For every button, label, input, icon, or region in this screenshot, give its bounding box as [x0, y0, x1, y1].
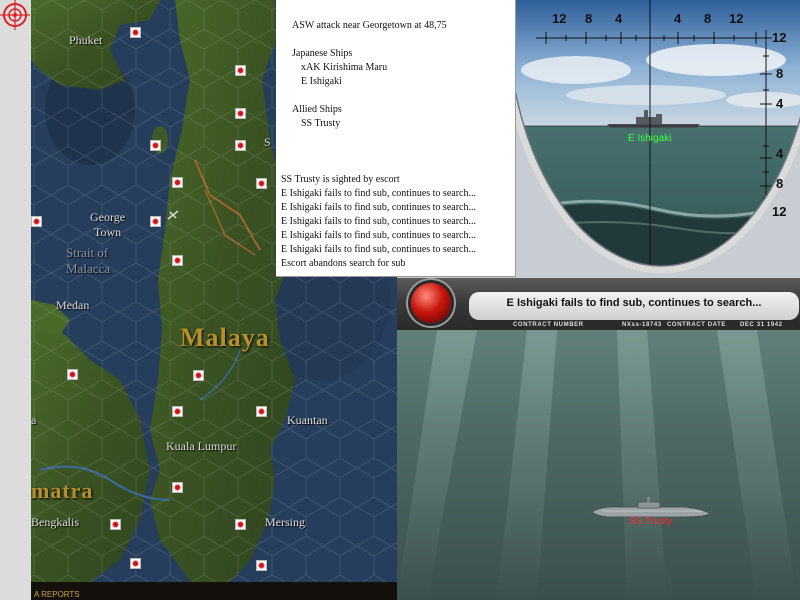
japanese-base-flag[interactable] — [172, 255, 183, 266]
japanese-ships-header: Japanese Ships — [292, 48, 353, 59]
alert-light-icon — [411, 283, 451, 323]
japanese-base-flag[interactable] — [193, 370, 204, 381]
report-log-line: SS Trusty is sighted by escort — [281, 174, 400, 185]
scale-label-top: 8 — [585, 11, 593, 26]
status-message: E Ishigaki fails to find sub, continues … — [506, 297, 762, 309]
map-label-george-town: George Town — [90, 210, 126, 239]
report-log-line: E Ishigaki fails to find sub, continues … — [281, 188, 476, 199]
underwater-scene — [397, 330, 797, 600]
map-label-strait-of-malacca: Strait of Malacca — [66, 245, 111, 276]
target-reticle-icon[interactable] — [0, 0, 30, 30]
japanese-base-flag[interactable] — [235, 108, 246, 119]
contract-number: NXss-18743 — [622, 322, 662, 328]
map-label-bengkalis: Bengkalis — [31, 515, 79, 529]
scale-label-right: 4 — [776, 96, 784, 111]
map-label-partial-s: S — [264, 135, 271, 149]
japanese-base-flag[interactable] — [256, 560, 267, 571]
report-log-line: Escort abandons search for sub — [281, 258, 406, 269]
map-label-partial-a: a — [31, 413, 37, 427]
scale-label-right: 8 — [776, 176, 784, 191]
japanese-base-flag[interactable] — [235, 65, 246, 76]
japanese-base-flag[interactable] — [172, 406, 183, 417]
submarine-label: SS Trusty — [629, 516, 673, 527]
japanese-base-flag[interactable] — [31, 216, 42, 227]
contract-number-label: CONTRACT NUMBER — [513, 322, 584, 328]
map-bottom-bar — [31, 582, 397, 600]
scale-label-top: 12 — [729, 11, 744, 26]
japanese-base-flag[interactable] — [235, 140, 246, 151]
scale-label-right: 8 — [776, 66, 784, 81]
allied-ship-item: SS Trusty — [301, 118, 341, 129]
japanese-ship-item: xAK Kirishima Maru — [301, 62, 388, 73]
map-label-phuket: Phuket — [69, 33, 103, 47]
map-label-sumatra: matra — [31, 478, 94, 503]
map-label-kuantan: Kuantan — [287, 413, 328, 427]
scale-label-top: 12 — [552, 11, 567, 26]
scale-label-right: 4 — [776, 146, 784, 161]
scale-label-top: 4 — [615, 11, 623, 26]
report-log-line: E Ishigaki fails to find sub, continues … — [281, 202, 476, 213]
combat-report-panel: ASW attack near Georgetown at 48,75 Japa… — [276, 0, 516, 277]
map-left-border — [0, 0, 31, 600]
report-log-line: E Ishigaki fails to find sub, continues … — [281, 216, 476, 227]
aircraft-icon[interactable] — [167, 209, 179, 221]
scale-label-right: 12 — [772, 30, 787, 45]
japanese-ship-item: E Ishigaki — [301, 76, 342, 87]
japanese-base-flag[interactable] — [150, 216, 161, 227]
scale-label-right: 12 — [772, 204, 787, 219]
contract-date: DEC 31 1942 — [740, 322, 783, 328]
allied-ships-header: Allied Ships — [292, 104, 342, 115]
japanese-base-flag[interactable] — [130, 558, 141, 569]
report-log-line: E Ishigaki fails to find sub, continues … — [281, 244, 476, 255]
submarine-panel: E Ishigaki fails to find sub, continues … — [397, 278, 800, 600]
map-label-malaya: Malaya — [180, 323, 270, 352]
japanese-base-flag[interactable] — [150, 140, 161, 151]
underwater-view — [397, 330, 800, 600]
map-bottom-text: A REPORTS — [34, 590, 80, 599]
japanese-base-flag[interactable] — [110, 519, 121, 530]
scale-label-top: 8 — [704, 11, 712, 26]
report-log-line: E Ishigaki fails to find sub, continues … — [281, 230, 476, 241]
map-label-mersing: Mersing — [265, 515, 305, 529]
japanese-base-flag[interactable] — [130, 27, 141, 38]
japanese-base-flag[interactable] — [67, 369, 78, 380]
japanese-base-flag[interactable] — [172, 482, 183, 493]
contract-strip: CONTRACT NUMBER NXss-18743 CONTRACT DATE… — [469, 320, 799, 330]
japanese-base-flag[interactable] — [172, 177, 183, 188]
map-label-medan: Medan — [56, 298, 90, 312]
japanese-base-flag[interactable] — [256, 178, 267, 189]
report-title: ASW attack near Georgetown at 48,75 — [292, 20, 447, 31]
japanese-base-flag[interactable] — [235, 519, 246, 530]
escort-ship-label: E Ishigaki — [628, 133, 672, 144]
map-label-kuala-lumpur: Kuala Lumpur — [166, 439, 237, 453]
scale-label-top: 4 — [674, 11, 682, 26]
contract-date-label: CONTRACT DATE — [667, 322, 727, 328]
japanese-base-flag[interactable] — [256, 406, 267, 417]
